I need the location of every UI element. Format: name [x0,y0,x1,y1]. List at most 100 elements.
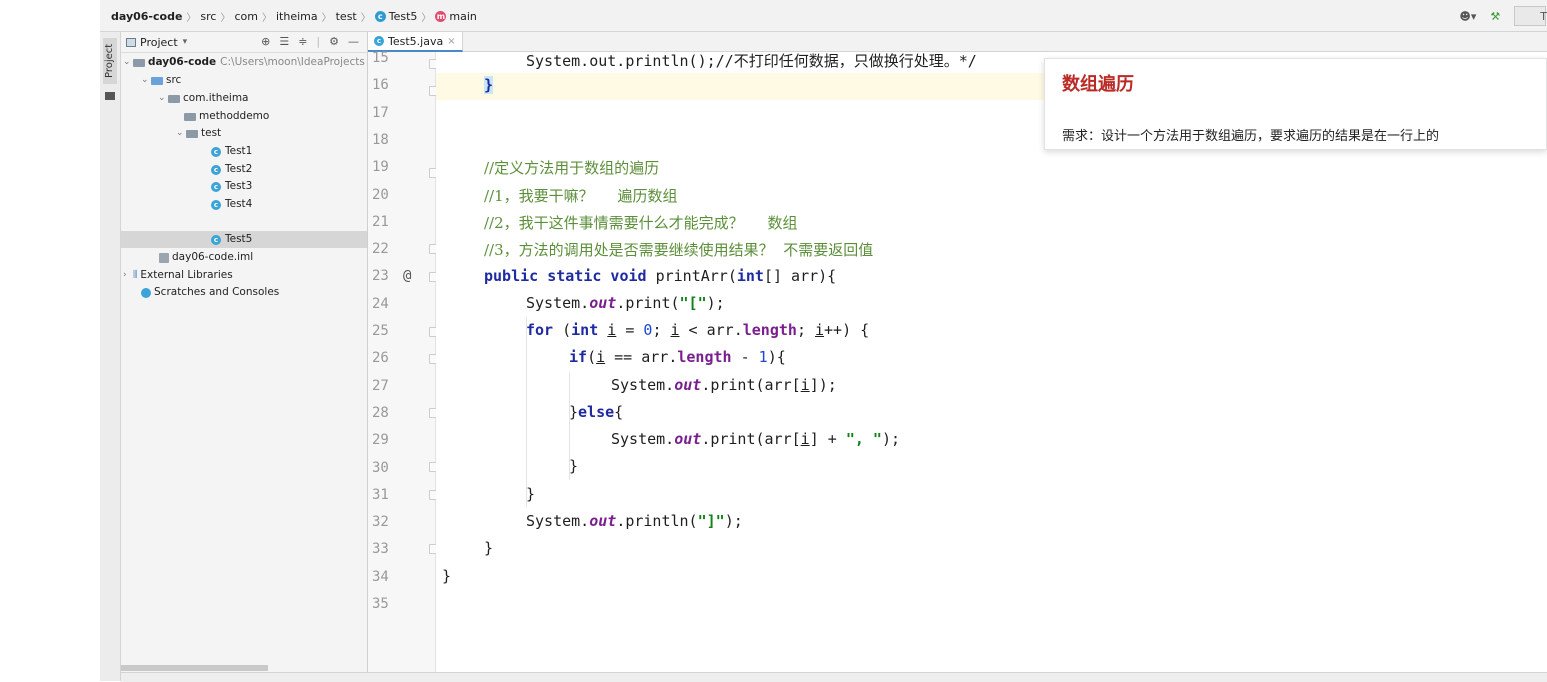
editor-gutter[interactable]: 15 16 17 18 19 20 21 22 23 24 25 26 27 28 29 30 31 32 33 34… [368,50,438,681]
project-panel: Project ▾ ⊕ ☰ ≑ | ⚙ — ⌄ day06-code C:\Us… [121,32,368,681]
code-line-16: } [484,76,494,94]
tree-item-path: C:\Users\moon\IdeaProjects [220,56,365,68]
tree-item-package[interactable]: ⌄ com.itheima [158,90,249,107]
locate-icon[interactable]: ⊕ [261,35,270,48]
tree-item-methoddemo[interactable]: methoddemo [184,108,269,125]
tree-item-label: day06-code [148,56,217,68]
line-number: 15 [372,50,389,66]
tab-label: Test5.java [388,34,444,48]
breadcrumb-project[interactable]: day06-code [111,10,182,23]
line-number: 35 [372,596,389,612]
implements-marker-icon[interactable]: @ [403,268,411,284]
chevron-down-icon[interactable]: ⌄ [141,72,151,89]
tree-item-test3[interactable]: c Test3 [211,178,252,195]
code-line-32: System.out.println("]"); [526,512,743,530]
chevron-down-icon[interactable]: ⌄ [158,90,168,107]
tree-item-label: Scratches and Consoles [154,286,280,298]
code-line-15: System.out.println();//不打印任何数据，只做换行处理。*/ [526,52,977,70]
tree-item-external-libraries[interactable]: › ⫴ External Libraries [123,267,233,284]
package-icon [184,112,196,121]
toolbar-right: ☻▾ ⚒ T [1459,6,1547,26]
code-line-27: System.out.print(arr[i]); [611,376,837,394]
tab-test5-java[interactable]: c Test5.java × [368,32,463,52]
tree-item-src[interactable]: ⌄ src [141,72,181,89]
code-line-25: for (int i = 0; i < arr.length; i++) { [526,321,870,339]
chevron-down-icon[interactable]: ▾ [183,37,188,47]
chevron-right-icon: 〉 [421,13,432,24]
line-number: 30 [372,459,389,476]
chevron-right-icon[interactable]: › [123,267,133,284]
tree-item-iml[interactable]: day06-code.iml [159,249,253,266]
code-line-20: //1，我要干嘛？ 遍历数组 [484,187,678,205]
structure-icon[interactable] [105,92,115,100]
tree-item-label: External Libraries [140,269,233,281]
line-number: 20 [372,186,389,203]
tree-item-label: test [201,127,222,139]
popup-body: 需求：设计一个方法用于数组遍历，要求遍历的结果是在一行上的 [1062,129,1440,144]
minimize-icon[interactable]: — [348,35,359,48]
tree-item-test1[interactable]: c Test1 [211,143,252,160]
chevron-down-icon[interactable]: ⌄ [176,125,186,142]
project-panel-header: Project ▾ ⊕ ☰ ≑ | ⚙ — [121,32,367,53]
tree-item-test2[interactable]: c Test2 [211,161,252,178]
line-number: 23 [372,268,389,285]
tree-item-label: Test1 [225,145,253,157]
project-view-icon [126,37,136,47]
tree-item-test5[interactable]: c Test5 [211,231,252,248]
runnable-class-icon: c [211,234,221,245]
close-icon[interactable]: × [447,36,455,47]
chevron-down-icon[interactable]: ⌄ [123,54,133,71]
class-icon: c [374,11,386,22]
horizontal-scrollbar[interactable] [121,665,268,671]
tree-item-label: src [166,74,182,86]
line-number: 31 [372,486,389,503]
breadcrumb-test[interactable]: test [336,10,357,23]
code-line-19: //定义方法用于数组的遍历 [484,159,660,177]
chevron-right-icon: 〉 [360,13,371,24]
source-folder-icon [151,76,163,85]
class-icon: c [211,146,221,157]
chevron-right-icon: 〉 [220,13,231,24]
tree-item-root[interactable]: ⌄ day06-code C:\Users\moon\IdeaProjects [123,54,365,71]
popup-title: 数组遍历 [1062,74,1134,95]
breadcrumb-itheima[interactable]: itheima [276,10,318,23]
divider: | [316,35,321,48]
runnable-class-icon: c [211,199,221,210]
breadcrumb-method[interactable]: main [449,10,476,23]
tree-item-test[interactable]: ⌄ test [176,125,221,142]
class-icon: c [211,164,221,175]
breadcrumb-com[interactable]: com [234,10,258,23]
breadcrumb-src[interactable]: src [200,10,216,23]
module-folder-icon [133,58,145,67]
code-line-21: //2，我干这件事情需要什么才能完成？ 数组 [484,214,798,232]
line-number: 32 [372,514,389,531]
package-icon [186,129,198,138]
project-view-title[interactable]: Project [140,36,178,49]
hammer-icon[interactable]: ⚒ [1490,10,1500,23]
code-line-24: System.out.print("["); [526,294,725,312]
expand-all-icon[interactable]: ☰ [279,35,289,48]
file-icon [159,252,169,263]
class-icon: c [211,181,221,192]
tree-item-label: Test5 [225,233,253,245]
line-number: 16 [372,77,389,94]
user-icon[interactable]: ☻▾ [1459,10,1476,23]
line-number: 33 [372,541,389,558]
code-line-31: } [526,485,536,503]
breadcrumb-class[interactable]: Test5 [389,10,418,23]
line-number: 17 [372,104,389,121]
line-number: 18 [372,131,389,148]
collapse-all-icon[interactable]: ≑ [298,35,307,48]
tree-item-label: Test4 [225,198,253,210]
tree-item-label: com.itheima [183,92,249,104]
line-number: 29 [372,432,389,449]
breadcrumb: day06-code 〉 src 〉 com 〉 itheima 〉 test … [111,9,477,24]
package-icon [168,94,180,103]
tree-item-test4[interactable]: c Test4 [211,196,252,213]
brace-match: } [484,76,494,94]
tree-item-scratches[interactable]: Scratches and Consoles [141,284,279,301]
project-tool-button[interactable]: Project [103,38,117,84]
code-line-34: } [442,567,452,585]
gear-icon[interactable]: ⚙ [329,35,339,48]
toolbar-extra[interactable]: T [1540,10,1547,23]
